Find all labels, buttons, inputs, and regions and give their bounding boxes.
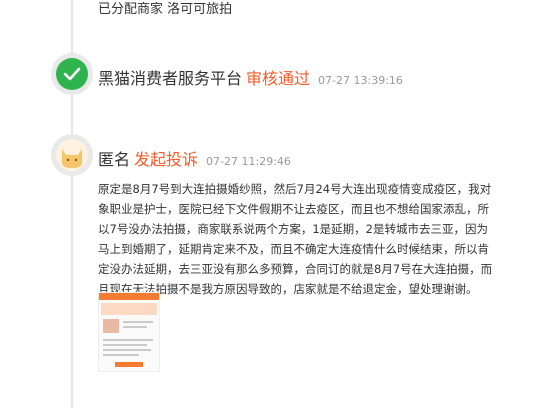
complaint-event-header: 匿名 发起投诉 07-27 11:29:46	[98, 146, 291, 170]
cat-avatar-icon	[56, 139, 88, 171]
complaint-status-label: 发起投诉	[134, 150, 199, 169]
assigned-merchant-text: 已分配商家 洛可可旅拍	[98, 2, 233, 17]
approved-event-header: 黑猫消费者服务平台 审核通过 07-27 13:39:16	[98, 65, 403, 89]
complainant-name: 匿名	[98, 150, 131, 169]
complaint-avatar-node	[51, 134, 93, 176]
approved-status-label: 审核通过	[246, 69, 311, 88]
platform-name: 黑猫消费者服务平台	[98, 69, 243, 88]
evidence-thumbnail[interactable]	[98, 292, 160, 372]
complaint-timestamp: 07-27 11:29:46	[206, 155, 291, 168]
complaint-description: 原定是8月7号到大连拍摄婚纱照，然后7月24号大连出现疫情变成疫区，我对象职业是…	[98, 182, 493, 296]
approved-timestamp: 07-27 13:39:16	[318, 74, 403, 87]
approved-status-node	[51, 53, 93, 95]
check-icon	[56, 58, 88, 90]
